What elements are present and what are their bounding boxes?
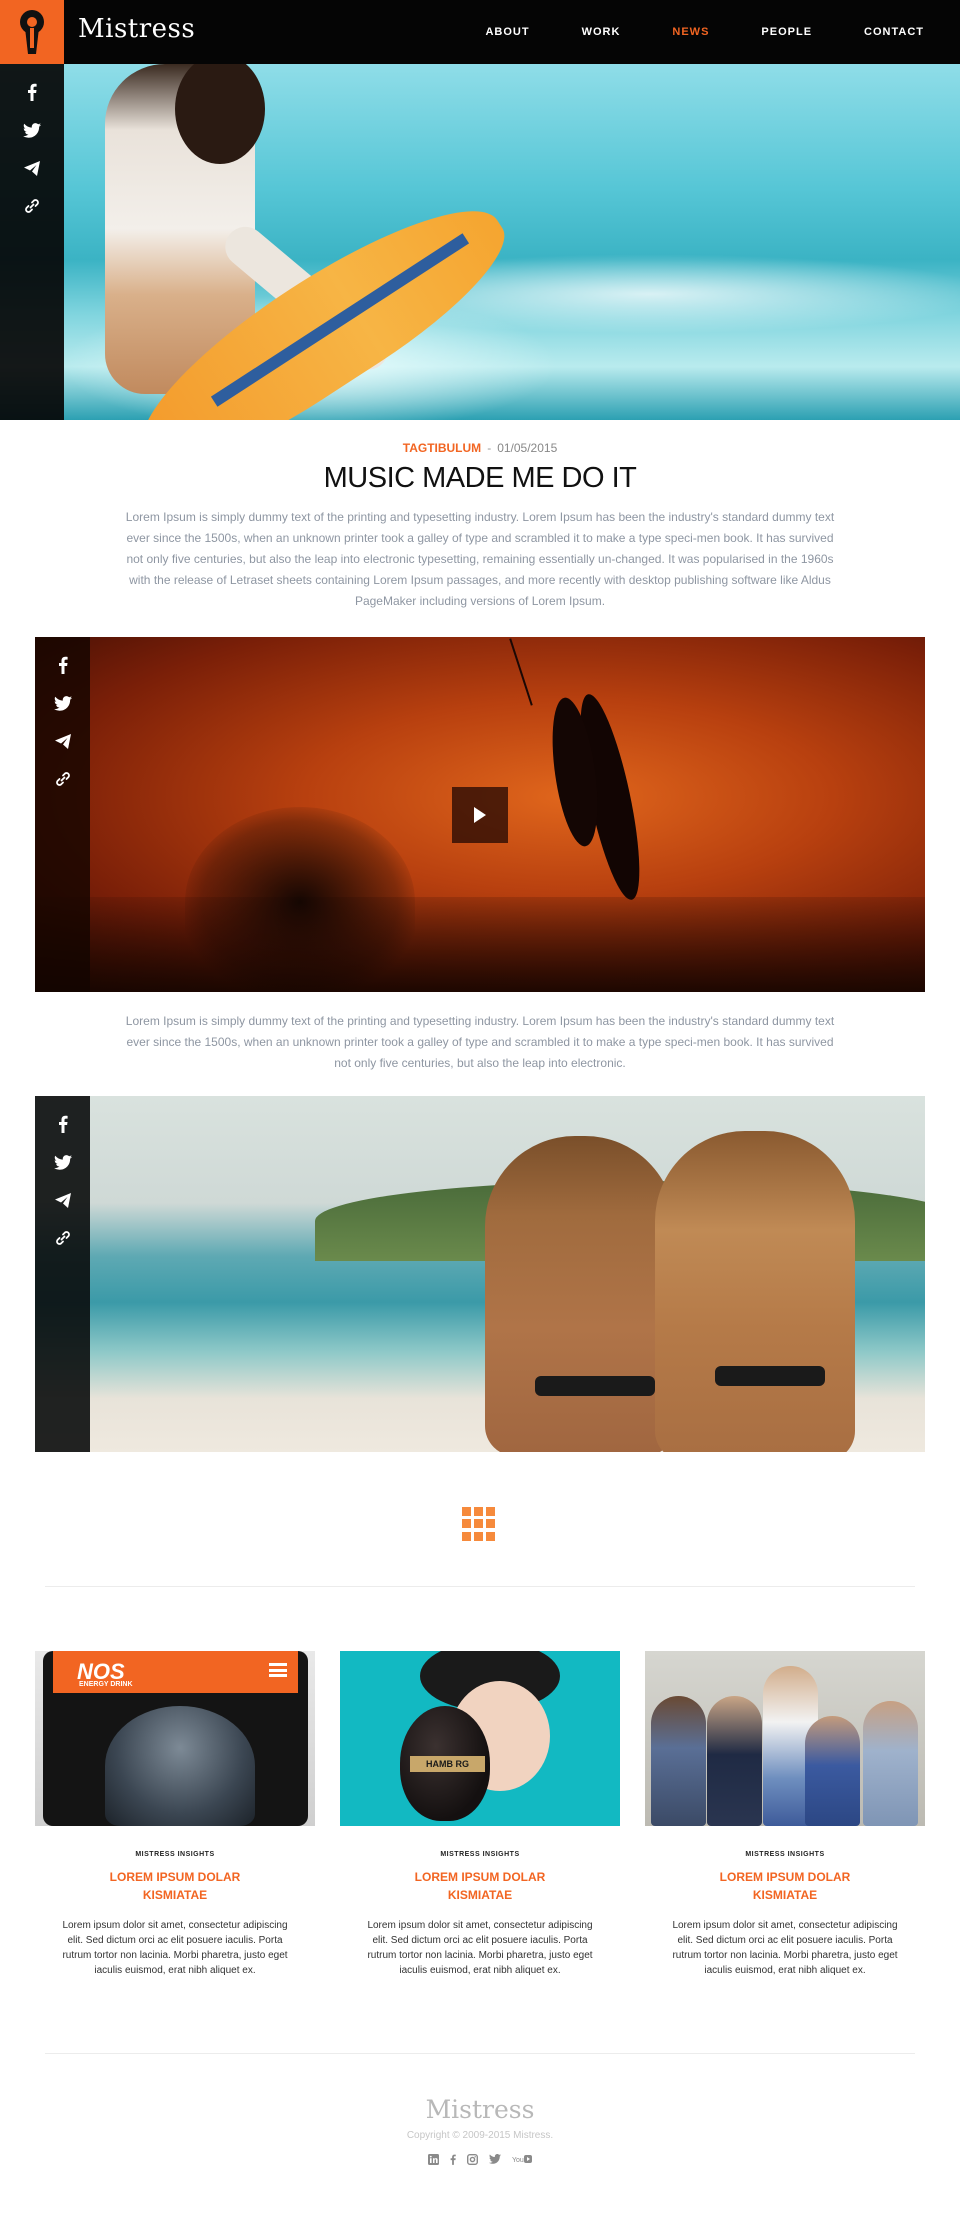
link-icon[interactable] [53, 769, 73, 789]
card-body: Lorem ipsum dolor sit amet, consectetur … [367, 1920, 593, 1976]
article-title: MUSIC MADE ME DO IT [323, 462, 637, 494]
card-image-text: HAMB RG [410, 1756, 485, 1772]
site-header: Mistress ABOUT WORK NEWS PEOPLE CONTACT [0, 0, 960, 64]
insight-card: NOS ENERGY DRINK MISTRESS INSIGHTS LOREM… [35, 1651, 315, 1978]
instagram-icon[interactable] [467, 2152, 478, 2166]
hero-image [0, 64, 960, 420]
card-image-subtext: ENERGY DRINK [79, 1681, 133, 1688]
card-body: Lorem ipsum dolor sit amet, consectetur … [62, 1920, 288, 1976]
card-kicker: MISTRESS INSIGHTS [745, 1851, 825, 1858]
card-image[interactable] [645, 1651, 925, 1826]
card-kicker: MISTRESS INSIGHTS [135, 1851, 215, 1858]
main-nav: ABOUT WORK NEWS PEOPLE CONTACT [433, 0, 924, 64]
twitter-icon[interactable] [53, 693, 73, 713]
card-image[interactable]: NOS ENERGY DRINK [35, 1651, 315, 1826]
article-date: 01/05/2015 [497, 441, 558, 455]
twitter-icon[interactable] [22, 120, 42, 140]
share-rail [35, 637, 90, 992]
brand-name[interactable]: Mistress [78, 14, 195, 44]
insight-card: HAMB RG MISTRESS INSIGHTS LOREM IPSUM DO… [340, 1651, 620, 1978]
card-body: Lorem ipsum dolor sit amet, consectetur … [672, 1920, 898, 1976]
footer-social: You [0, 2152, 960, 2166]
card-image[interactable]: HAMB RG [340, 1651, 620, 1826]
facebook-icon[interactable] [22, 82, 42, 102]
link-icon[interactable] [53, 1228, 73, 1248]
nav-contact[interactable]: CONTACT [864, 26, 924, 38]
play-button[interactable] [452, 787, 508, 843]
facebook-icon[interactable] [53, 1114, 73, 1134]
copyright: Copyright © 2009-2015 Mistress. [406, 2130, 554, 2141]
paper-plane-icon[interactable] [53, 731, 73, 751]
hamburger-icon [269, 1663, 287, 1677]
article-paragraph: Lorem Ipsum is simply dummy text of the … [125, 510, 835, 608]
article-photo [35, 1096, 925, 1452]
youtube-icon[interactable]: You [512, 2152, 532, 2166]
grid-view-icon[interactable] [462, 1507, 496, 1541]
nav-work[interactable]: WORK [582, 26, 621, 38]
article-paragraph: Lorem Ipsum is simply dummy text of the … [125, 1014, 835, 1070]
article-meta: TAGTIBULUM -01/05/2015 [0, 441, 960, 455]
paper-plane-icon[interactable] [53, 1190, 73, 1210]
card-kicker: MISTRESS INSIGHTS [440, 1851, 520, 1858]
divider [45, 2053, 915, 2054]
twitter-icon[interactable] [489, 2152, 501, 2166]
logo[interactable] [0, 0, 64, 64]
share-rail [0, 64, 64, 420]
article-tag[interactable]: TAGTIBULUM [403, 441, 481, 455]
share-rail [35, 1096, 90, 1452]
nav-about[interactable]: ABOUT [485, 26, 529, 38]
video-player[interactable] [35, 637, 925, 992]
linkedin-icon[interactable] [428, 2152, 439, 2166]
link-icon[interactable] [22, 196, 42, 216]
insight-card: MISTRESS INSIGHTS LOREM IPSUM DOLAR KISM… [645, 1651, 925, 1978]
svg-text:You: You [512, 2157, 524, 2164]
nav-people[interactable]: PEOPLE [761, 26, 812, 38]
meta-separator: - [487, 441, 492, 455]
facebook-icon[interactable] [450, 2152, 456, 2166]
paper-plane-icon[interactable] [22, 158, 42, 178]
footer-brand[interactable]: Mistress [0, 2095, 960, 2124]
card-title[interactable]: LOREM IPSUM DOLAR KISMIATAE [35, 1868, 315, 1904]
card-title[interactable]: LOREM IPSUM DOLAR KISMIATAE [340, 1868, 620, 1904]
divider [45, 1586, 915, 1587]
facebook-icon[interactable] [53, 655, 73, 675]
twitter-icon[interactable] [53, 1152, 73, 1172]
card-title[interactable]: LOREM IPSUM DOLAR KISMIATAE [645, 1868, 925, 1904]
keyhole-logo-icon [20, 10, 44, 54]
play-icon [474, 807, 486, 823]
nav-news[interactable]: NEWS [672, 26, 709, 38]
